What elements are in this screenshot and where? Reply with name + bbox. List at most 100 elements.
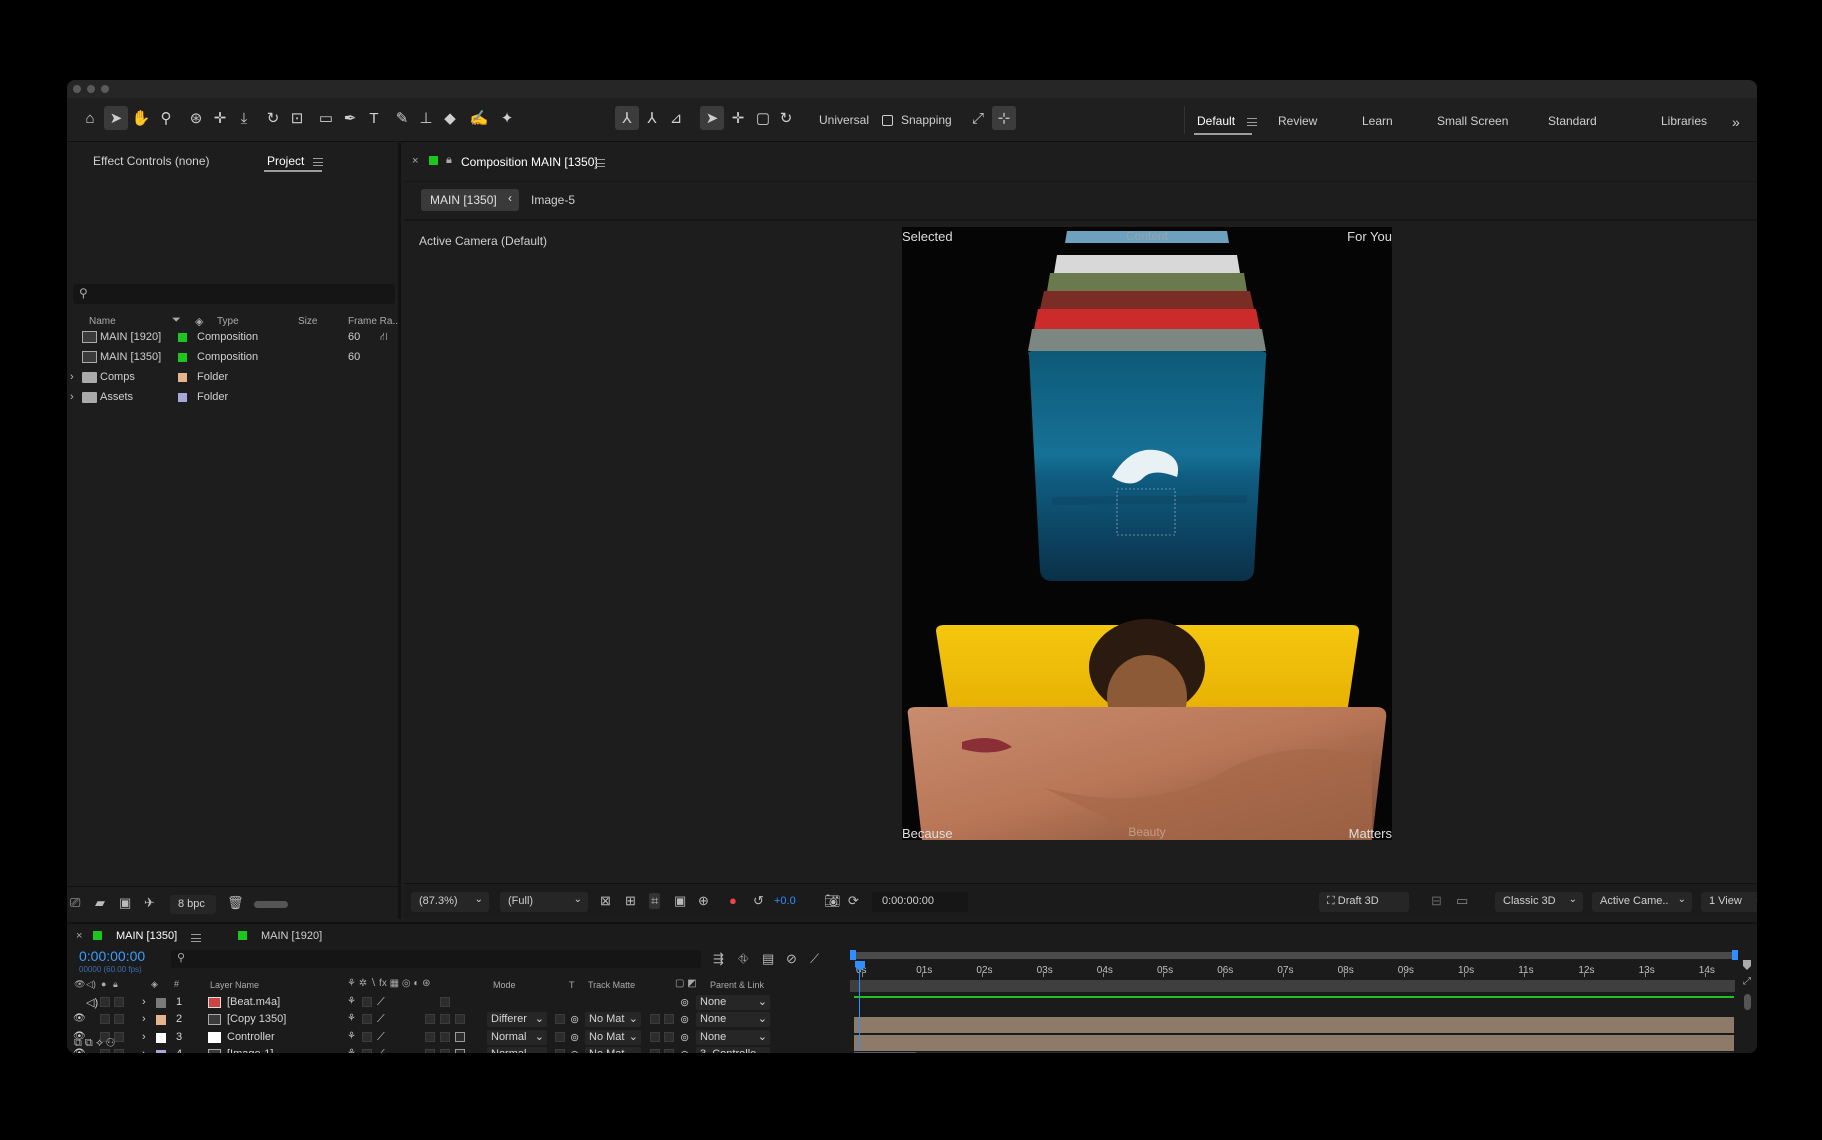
matte-alpha-toggle[interactable]	[650, 1031, 660, 1042]
preserve-transparency-toggle[interactable]	[555, 1031, 565, 1042]
hand-tool-icon[interactable]: ✋	[129, 106, 153, 130]
mask-visibility-icon[interactable]: ⌗	[649, 893, 661, 909]
parent-dropdown[interactable]: 3. Controlle⌄	[696, 1047, 770, 1053]
minimize-window-button[interactable]	[87, 85, 95, 93]
layer-duration-bar[interactable]	[854, 1034, 1734, 1051]
layer-row[interactable]: ◁) › 1 [Beat.m4a] ⚘ ⟋ ⊚ None ⌄	[67, 994, 847, 1011]
matte-invert-toggle[interactable]	[664, 1049, 674, 1053]
expand-chevron-icon[interactable]: ›	[142, 1031, 146, 1043]
layer-name[interactable]: Controller	[227, 1031, 275, 1043]
label-header-icon[interactable]: ◈	[151, 979, 158, 990]
collapse-switch[interactable]	[362, 1049, 372, 1053]
label-color-swatch[interactable]	[178, 393, 187, 402]
zoom-window-button[interactable]	[101, 85, 109, 93]
matte-link-icon[interactable]: ⊚	[570, 1013, 579, 1026]
more-workspaces-icon[interactable]: »	[1732, 114, 1740, 130]
time-ruler[interactable]: 0s 01s 02s 03s 04s 05s 06s 07s 08s 09s 10s 11s 12s 13…	[848, 960, 1741, 977]
col-layer-name[interactable]: Layer Name	[210, 980, 259, 990]
layer-duration-bar[interactable]	[854, 1017, 1734, 1034]
parent-pickwhip-icon[interactable]: ⊚	[680, 1013, 689, 1026]
snapping-label[interactable]: Snapping	[901, 113, 952, 127]
layer-name[interactable]: [Copy 1350]	[227, 1013, 286, 1025]
trash-icon[interactable]: 🗑	[227, 895, 244, 911]
label-tag-icon[interactable]: ◈	[195, 315, 203, 328]
project-item[interactable]: MAIN [1350] Composition 60	[67, 348, 397, 367]
work-area-end-handle[interactable]	[1732, 950, 1738, 960]
blend-mode-dropdown[interactable]: Differer ⌄	[487, 1012, 547, 1028]
collapse-switch[interactable]	[362, 1031, 372, 1042]
collapse-switch[interactable]	[362, 997, 372, 1007]
quality-switch-icon[interactable]: ⟋	[377, 1048, 385, 1053]
camera-view-dropdown[interactable]: Active Came.. ⌄	[1592, 892, 1692, 912]
brush-tool-icon[interactable]: ✎	[390, 106, 414, 130]
quality-switch-icon[interactable]: ⟋	[377, 1013, 385, 1026]
project-item[interactable]: MAIN [1920] Composition 60 ⛙	[67, 328, 397, 347]
workspace-default[interactable]: Default	[1197, 114, 1235, 128]
snap-features-icon[interactable]: ⊹	[992, 106, 1016, 130]
expand-chevron-icon[interactable]: ›	[142, 1048, 146, 1053]
expand-chevron-icon[interactable]: ›	[70, 371, 74, 383]
layer-search-input[interactable]: ⚲	[171, 950, 701, 968]
ground-plane-icon[interactable]: ▭	[1456, 893, 1468, 909]
lock-toggle[interactable]	[114, 1049, 124, 1053]
current-time-display[interactable]: 0:00:00:00	[872, 892, 968, 912]
workspace-libraries[interactable]: Libraries	[1661, 114, 1707, 128]
universal-label[interactable]: Universal	[819, 113, 869, 127]
draft-3d-timeline-icon[interactable]: ⛗	[738, 951, 748, 967]
exposure-value[interactable]: +0.0	[774, 895, 796, 907]
lock-toggle[interactable]	[114, 997, 124, 1007]
expand-chevron-icon[interactable]: ›	[70, 391, 74, 403]
shy-switch-icon[interactable]: ⚘	[347, 996, 356, 1007]
matte-link-icon[interactable]: ⊚	[570, 1048, 579, 1053]
rotate-tool-icon[interactable]: ↻	[261, 106, 285, 130]
type-tool-icon[interactable]: T	[362, 106, 386, 130]
resolution-dropdown[interactable]: (Full) ⌄	[500, 892, 588, 912]
shy-switch-icon[interactable]: ⚘	[347, 1013, 356, 1024]
layer-row[interactable]: 👁︎ › 2 [Copy 1350] ⚘ ⟋ Differer ⌄ ⊚ No Mat ⌄ ⊚ None ⌄	[67, 1011, 847, 1028]
parent-pickwhip-icon[interactable]: ⊚	[680, 996, 689, 1009]
sort-chevron-icon[interactable]: ⏷	[172, 314, 181, 327]
video-visibility-header-icon[interactable]: 👁︎	[74, 979, 85, 990]
audio-speaker-icon[interactable]: ◁)	[86, 996, 98, 1009]
3d-layer-switch[interactable]	[455, 1031, 465, 1042]
layer-duration-bar[interactable]	[854, 1052, 916, 1053]
label-color-swatch[interactable]	[178, 353, 187, 362]
col-type[interactable]: Type	[217, 316, 239, 327]
solo-header-icon[interactable]: ●	[101, 979, 106, 989]
close-tab-icon[interactable]: ×	[412, 155, 418, 167]
clone-stamp-icon[interactable]: ⊥	[414, 106, 438, 130]
bpc-button[interactable]: 8 bpc	[170, 895, 216, 914]
channel-icon[interactable]: ●	[729, 893, 737, 908]
selection-tool-icon[interactable]: ➤	[104, 106, 128, 130]
extended-viewer-icon[interactable]: ⊟	[1431, 893, 1442, 909]
timeline-graph-area[interactable]: 0s 01s 02s 03s 04s 05s 06s 07s 08s 09s 10s 11s 12s 13…	[848, 946, 1741, 1053]
region-of-interest-icon[interactable]: ▣	[674, 893, 686, 909]
layer-name[interactable]: [Beat.m4a]	[227, 996, 280, 1008]
layer-label-color[interactable]	[156, 1015, 166, 1026]
home-icon[interactable]: ⌂	[78, 106, 102, 130]
graph-editor-icon[interactable]: ⟋	[810, 951, 819, 967]
layer-row[interactable]: 👁︎›4[Image-1]⚘⟋Normal⌄⊚No Mat⌄⊚3. Contro…	[67, 1046, 847, 1053]
show-snapshot-icon[interactable]: ⟳	[848, 893, 859, 909]
renderer-dropdown[interactable]: Classic 3D ⌄	[1495, 892, 1583, 912]
work-area-bar[interactable]	[850, 952, 1735, 959]
quality-switch-icon[interactable]: ⟋	[377, 1031, 385, 1044]
new-composition-icon[interactable]: ▣	[119, 895, 131, 911]
puppet-pin-icon[interactable]: ✦	[495, 106, 519, 130]
close-timeline-tab-icon[interactable]: ×	[76, 930, 82, 942]
breadcrumb-next[interactable]: Image-5	[531, 193, 575, 207]
preserve-transparency-toggle[interactable]	[555, 1049, 565, 1053]
workspace-small-screen[interactable]: Small Screen	[1437, 114, 1508, 128]
motion-blur-switch[interactable]	[425, 1014, 435, 1025]
preserve-transparency-toggle[interactable]	[555, 1014, 565, 1025]
close-window-button[interactable]	[73, 85, 81, 93]
matte-invert-toggle[interactable]	[664, 1014, 674, 1025]
snapping-options-icon[interactable]: ⤢	[966, 106, 990, 130]
adjustment-switch[interactable]	[440, 1014, 450, 1025]
shy-switch-icon[interactable]: ⚘	[347, 1031, 356, 1042]
dolly-camera-icon[interactable]: ⤓	[232, 106, 256, 130]
zoom-dropdown[interactable]: (87.3%) ⌄	[411, 892, 489, 912]
world-axis-mode-icon[interactable]: ⅄	[640, 106, 664, 130]
project-panel-menu-icon[interactable]	[313, 158, 323, 166]
3d-layer-switch[interactable]	[455, 1049, 465, 1053]
